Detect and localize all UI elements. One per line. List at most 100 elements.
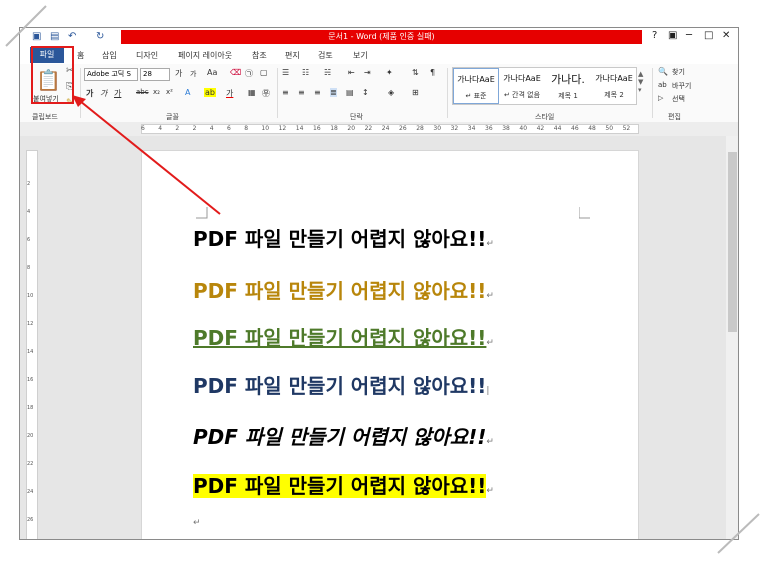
vruler-tick-label: 8 (27, 265, 31, 271)
numbering-icon[interactable]: ☷ (302, 68, 309, 77)
highlight-icon[interactable]: ab (204, 88, 216, 97)
underline-button[interactable]: 가 (114, 88, 121, 99)
style-normal[interactable]: 가나다AaE ↵ 표준 (453, 68, 499, 104)
italic-button[interactable]: 가 (100, 88, 107, 99)
ruler-tick-label: 20 (347, 125, 356, 132)
decrease-indent-icon[interactable]: ⇤ (348, 68, 355, 77)
font-name-box[interactable]: Adobe 고딕 S (84, 68, 138, 81)
ruler-tick-label: 18 (330, 125, 338, 132)
text-cursor-icon: | (486, 386, 490, 396)
align-right-icon[interactable]: ≡ (314, 88, 321, 97)
text-line-1[interactable]: PDF 파일 만들기 어렵지 않아요!!↵ (193, 226, 494, 257)
ruler-tick-label: 40 (519, 125, 528, 132)
vruler-tick-label: 20 (27, 433, 34, 439)
replace-button[interactable]: 바꾸기 (672, 81, 691, 91)
asian-layout-icon[interactable]: ✦ (386, 68, 393, 77)
select-icon[interactable]: ▷ (658, 94, 663, 102)
crop-mark-icon (196, 207, 208, 219)
ruler-tick-label: 6 (141, 125, 145, 132)
vruler-tick-label: 6 (27, 237, 31, 243)
align-center-icon[interactable]: ≡ (298, 88, 305, 97)
shading-icon[interactable]: ◈ (388, 88, 394, 97)
change-case-button[interactable]: Aa (207, 68, 217, 77)
undo-icon[interactable]: ↶ (68, 31, 76, 42)
redo-icon[interactable]: ↻ (96, 31, 104, 42)
ruler-tick-label: 46 (571, 125, 579, 132)
grow-font-button[interactable]: 가 (175, 68, 182, 79)
font-size-box[interactable]: 28 (140, 68, 170, 81)
gallery-scroll-icon[interactable]: ▲ ▼ ▾ (638, 70, 643, 94)
paragraph-mark-icon: ↵ (486, 291, 494, 301)
styles-gallery: 가나다AaE ↵ 표준 가나다AaE ↵ 간격 없음 가나다. 제목 1 가나다… (452, 67, 637, 105)
select-button[interactable]: 선택 (672, 94, 685, 104)
text-line-3[interactable]: PDF 파일 만들기 어렵지 않아요!!↵ (193, 325, 494, 356)
styles-group-label: 스타일 (535, 113, 555, 121)
style-heading-2[interactable]: 가나다AaE 제목 2 (591, 68, 637, 104)
borders-icon[interactable]: ⊞ (412, 88, 419, 97)
vertical-ruler[interactable]: 2 4 6 8 10 12 14 16 18 20 22 24 26 (26, 150, 38, 539)
group-divider (80, 68, 81, 118)
line-spacing-icon[interactable]: ↕ (362, 88, 369, 97)
enclose-char-icon[interactable]: ㉾ (262, 88, 270, 99)
text-line-6[interactable]: PDF 파일 만들기 어렵지 않아요!!↵ (193, 473, 494, 504)
paragraph-group-label: 단락 (350, 113, 363, 121)
vruler-tick-label: 16 (27, 377, 34, 383)
shrink-font-button[interactable]: 가 (190, 69, 196, 79)
replace-icon[interactable]: ab (658, 81, 667, 89)
increase-indent-icon[interactable]: ⇥ (364, 68, 371, 77)
style-no-spacing[interactable]: 가나다AaE ↵ 간격 없음 (499, 68, 545, 104)
tab-insert[interactable]: 삽입 (102, 50, 117, 61)
tab-references[interactable]: 참조 (252, 50, 267, 61)
ruler-tick-label: 14 (295, 125, 304, 132)
char-border-icon[interactable]: ▢ (260, 68, 268, 77)
scrollbar-thumb[interactable] (728, 152, 737, 332)
vertical-scrollbar[interactable] (726, 136, 738, 539)
tab-mailings[interactable]: 편지 (285, 50, 300, 61)
align-left-icon[interactable]: ≡ (282, 88, 289, 97)
tab-page-layout[interactable]: 페이지 레이아웃 (178, 50, 232, 61)
window-title: 문서1 - Word (제품 인증 실패) (121, 30, 642, 44)
text-line-2[interactable]: PDF 파일 만들기 어렵지 않아요!!↵ (193, 278, 494, 309)
text-line-5[interactable]: PDF 파일 만들기 어렵지 않아요!!↵ (193, 424, 494, 455)
editing-group-label: 편집 (668, 113, 681, 121)
strikethrough-icon[interactable]: abc (136, 88, 149, 96)
text-line-4[interactable]: PDF 파일 만들기 어렵지 않아요!!| (193, 373, 489, 404)
distribute-icon[interactable]: ▤ (346, 88, 354, 97)
style-heading-1[interactable]: 가나다. 제목 1 (545, 68, 591, 104)
font-color-icon[interactable]: 가 (226, 88, 233, 99)
paragraph-mark-icon: ↵ (486, 338, 494, 348)
ruler-tick-label: 36 (485, 125, 493, 132)
tab-home[interactable]: 홈 (77, 50, 84, 61)
vruler-tick-label: 12 (27, 321, 34, 327)
subscript-icon[interactable]: x₂ (153, 88, 160, 96)
close-button[interactable]: ✕ (722, 30, 730, 41)
tab-design[interactable]: 디자인 (136, 50, 158, 61)
ruler-tick-label: 8 (244, 125, 249, 132)
multilevel-list-icon[interactable]: ☵ (324, 68, 331, 77)
justify-icon[interactable]: ≣ (330, 88, 337, 97)
find-icon[interactable]: 🔍 (658, 67, 668, 76)
superscript-icon[interactable]: x² (166, 88, 173, 96)
horizontal-ruler[interactable]: 6 4 2 2 4 6 8 10 12 14 16 18 20 22 24 26 28 30 32 34 36 38 40 4… (20, 122, 738, 136)
tab-view[interactable]: 보기 (353, 50, 368, 61)
ruler-tick-label: 48 (588, 125, 596, 132)
ribbon-display-icon[interactable]: ▣ (668, 30, 677, 41)
bold-button[interactable]: 가 (86, 88, 93, 99)
char-shading-icon[interactable]: ▦ (248, 88, 256, 97)
ruler-tick-label: 22 (364, 125, 373, 132)
find-button[interactable]: 찾기 (672, 67, 685, 77)
paragraph-mark-icon: ↵ (486, 486, 494, 496)
tab-review[interactable]: 검토 (318, 50, 333, 61)
clear-format-icon[interactable]: ⌫ (230, 68, 241, 77)
minimize-button[interactable]: ─ (686, 30, 692, 41)
sort-icon[interactable]: ⇅ (412, 68, 419, 77)
show-marks-icon[interactable]: ¶ (430, 68, 435, 77)
ruler-tick-label: 2 (175, 125, 180, 132)
help-button[interactable]: ? (652, 30, 657, 41)
phonetic-guide-icon[interactable]: ㉠ (245, 68, 253, 79)
vruler-tick-label: 18 (27, 405, 34, 411)
group-divider (652, 68, 653, 118)
bullets-icon[interactable]: ☰ (282, 68, 289, 77)
text-effects-icon[interactable]: A (185, 88, 190, 97)
maximize-button[interactable]: □ (704, 30, 713, 41)
